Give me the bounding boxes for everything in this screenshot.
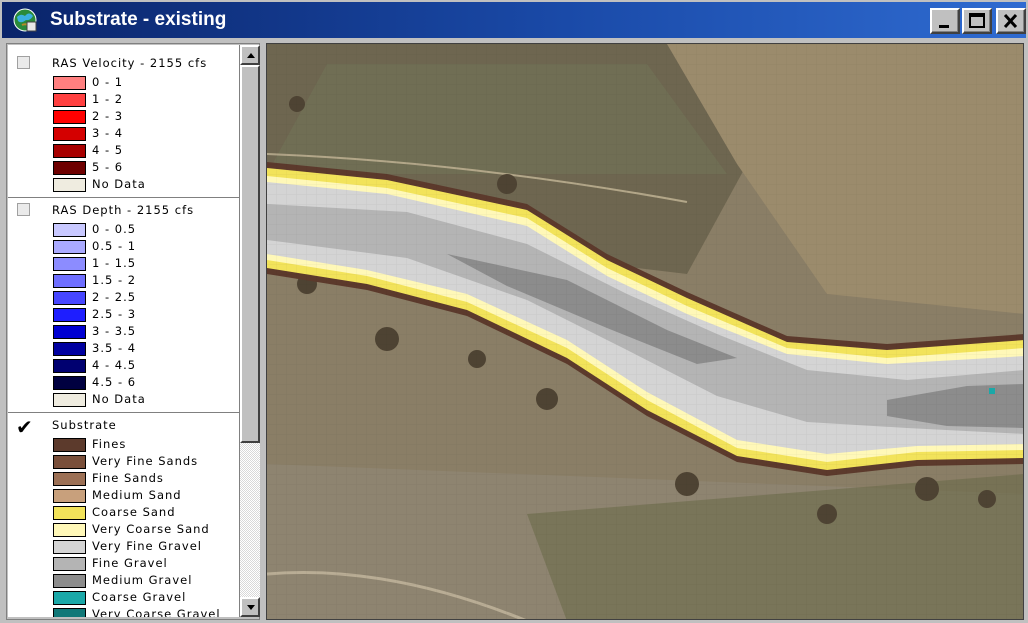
checkmark-icon[interactable]: ✔	[16, 415, 34, 439]
color-swatch	[53, 291, 86, 305]
scroll-up-button[interactable]	[240, 45, 260, 65]
window-title: Substrate - existing	[50, 9, 227, 30]
class-label: Very Fine Sands	[92, 454, 199, 468]
arrow-up-icon	[247, 53, 255, 58]
color-swatch	[53, 93, 86, 107]
color-swatch	[53, 359, 86, 373]
class-label: 3.5 - 4	[92, 341, 137, 355]
globe-app-icon	[13, 8, 37, 32]
table-of-contents[interactable]: RAS Velocity - 2155 cfs 0 - 1 1 - 2 2 - 3 3 …	[8, 45, 240, 617]
class-label: 2 - 2.5	[92, 290, 137, 304]
class-label: 5 - 6	[92, 160, 124, 174]
color-swatch	[53, 76, 86, 90]
scroll-down-button[interactable]	[240, 597, 260, 617]
color-swatch	[53, 489, 86, 503]
class-label: 4.5 - 6	[92, 375, 137, 389]
color-swatch	[53, 608, 86, 617]
color-swatch	[53, 240, 86, 254]
minimize-icon	[939, 25, 949, 28]
maximize-icon	[969, 13, 985, 28]
app-window: Substrate - existing RAS Velocity - 2155…	[0, 0, 1028, 623]
maximize-button[interactable]	[962, 8, 992, 34]
class-label: 0 - 1	[92, 75, 124, 89]
color-swatch	[53, 472, 86, 486]
raster-grid-overlay	[267, 44, 1023, 619]
class-label: 1 - 1.5	[92, 256, 137, 270]
color-swatch	[53, 308, 86, 322]
color-swatch	[53, 144, 86, 158]
title-bar[interactable]: Substrate - existing	[2, 2, 1026, 38]
color-swatch	[53, 257, 86, 271]
color-swatch	[53, 274, 86, 288]
layer-name: RAS Velocity - 2155 cfs	[52, 56, 208, 70]
map-view[interactable]	[266, 43, 1024, 620]
color-swatch	[53, 506, 86, 520]
color-swatch	[53, 591, 86, 605]
class-label: Medium Sand	[92, 488, 182, 502]
color-swatch	[53, 178, 86, 192]
legend-scrollbar[interactable]	[240, 45, 260, 617]
class-label: 2.5 - 3	[92, 307, 137, 321]
color-swatch	[53, 574, 86, 588]
color-swatch	[53, 393, 86, 407]
layer-1-header[interactable]: RAS Depth - 2155 cfs	[8, 202, 239, 222]
class-label: No Data	[92, 177, 146, 191]
color-swatch	[53, 540, 86, 554]
arrow-down-icon	[247, 605, 255, 610]
close-icon	[1003, 13, 1018, 29]
class-label: No Data	[92, 392, 146, 406]
close-button[interactable]	[996, 8, 1026, 34]
color-swatch	[53, 376, 86, 390]
color-swatch	[53, 127, 86, 141]
class-label: 4 - 4.5	[92, 358, 137, 372]
class-label: 1 - 2	[92, 92, 124, 106]
class-label: 3 - 3.5	[92, 324, 137, 338]
layer-visibility-checkbox[interactable]	[17, 56, 30, 69]
class-label: Very Fine Gravel	[92, 539, 202, 553]
class-label: 3 - 4	[92, 126, 124, 140]
color-swatch	[53, 438, 86, 452]
color-swatch	[53, 342, 86, 356]
class-label: Coarse Gravel	[92, 590, 187, 604]
scroll-thumb[interactable]	[240, 65, 260, 443]
class-label: Very Coarse Sand	[92, 522, 210, 536]
color-swatch	[53, 455, 86, 469]
layer-separator	[8, 412, 239, 416]
color-swatch	[53, 523, 86, 537]
class-label: 4 - 5	[92, 143, 124, 157]
class-label: 1.5 - 2	[92, 273, 137, 287]
class-label: 2 - 3	[92, 109, 124, 123]
class-label: Fine Sands	[92, 471, 164, 485]
color-swatch	[53, 325, 86, 339]
minimize-button[interactable]	[930, 8, 960, 34]
class-label: Coarse Sand	[92, 505, 176, 519]
class-label: Fines	[92, 437, 127, 451]
class-label: Very Coarse Gravel	[92, 607, 221, 617]
class-label: 0 - 0.5	[92, 222, 137, 236]
color-swatch	[53, 110, 86, 124]
aerial-map-canvas[interactable]	[267, 44, 1024, 620]
class-label: 0.5 - 1	[92, 239, 137, 253]
layer-separator	[8, 197, 239, 201]
layer-name: Substrate	[52, 418, 117, 432]
color-swatch	[53, 161, 86, 175]
color-swatch	[53, 557, 86, 571]
layer-visibility-checkbox[interactable]	[17, 203, 30, 216]
layer-0-header[interactable]: RAS Velocity - 2155 cfs	[8, 55, 239, 75]
class-label: Medium Gravel	[92, 573, 193, 587]
class-label: Fine Gravel	[92, 556, 168, 570]
layer-name: RAS Depth - 2155 cfs	[52, 203, 195, 217]
layer-2-header[interactable]: ✔ Substrate	[8, 415, 239, 439]
color-swatch	[53, 223, 86, 237]
